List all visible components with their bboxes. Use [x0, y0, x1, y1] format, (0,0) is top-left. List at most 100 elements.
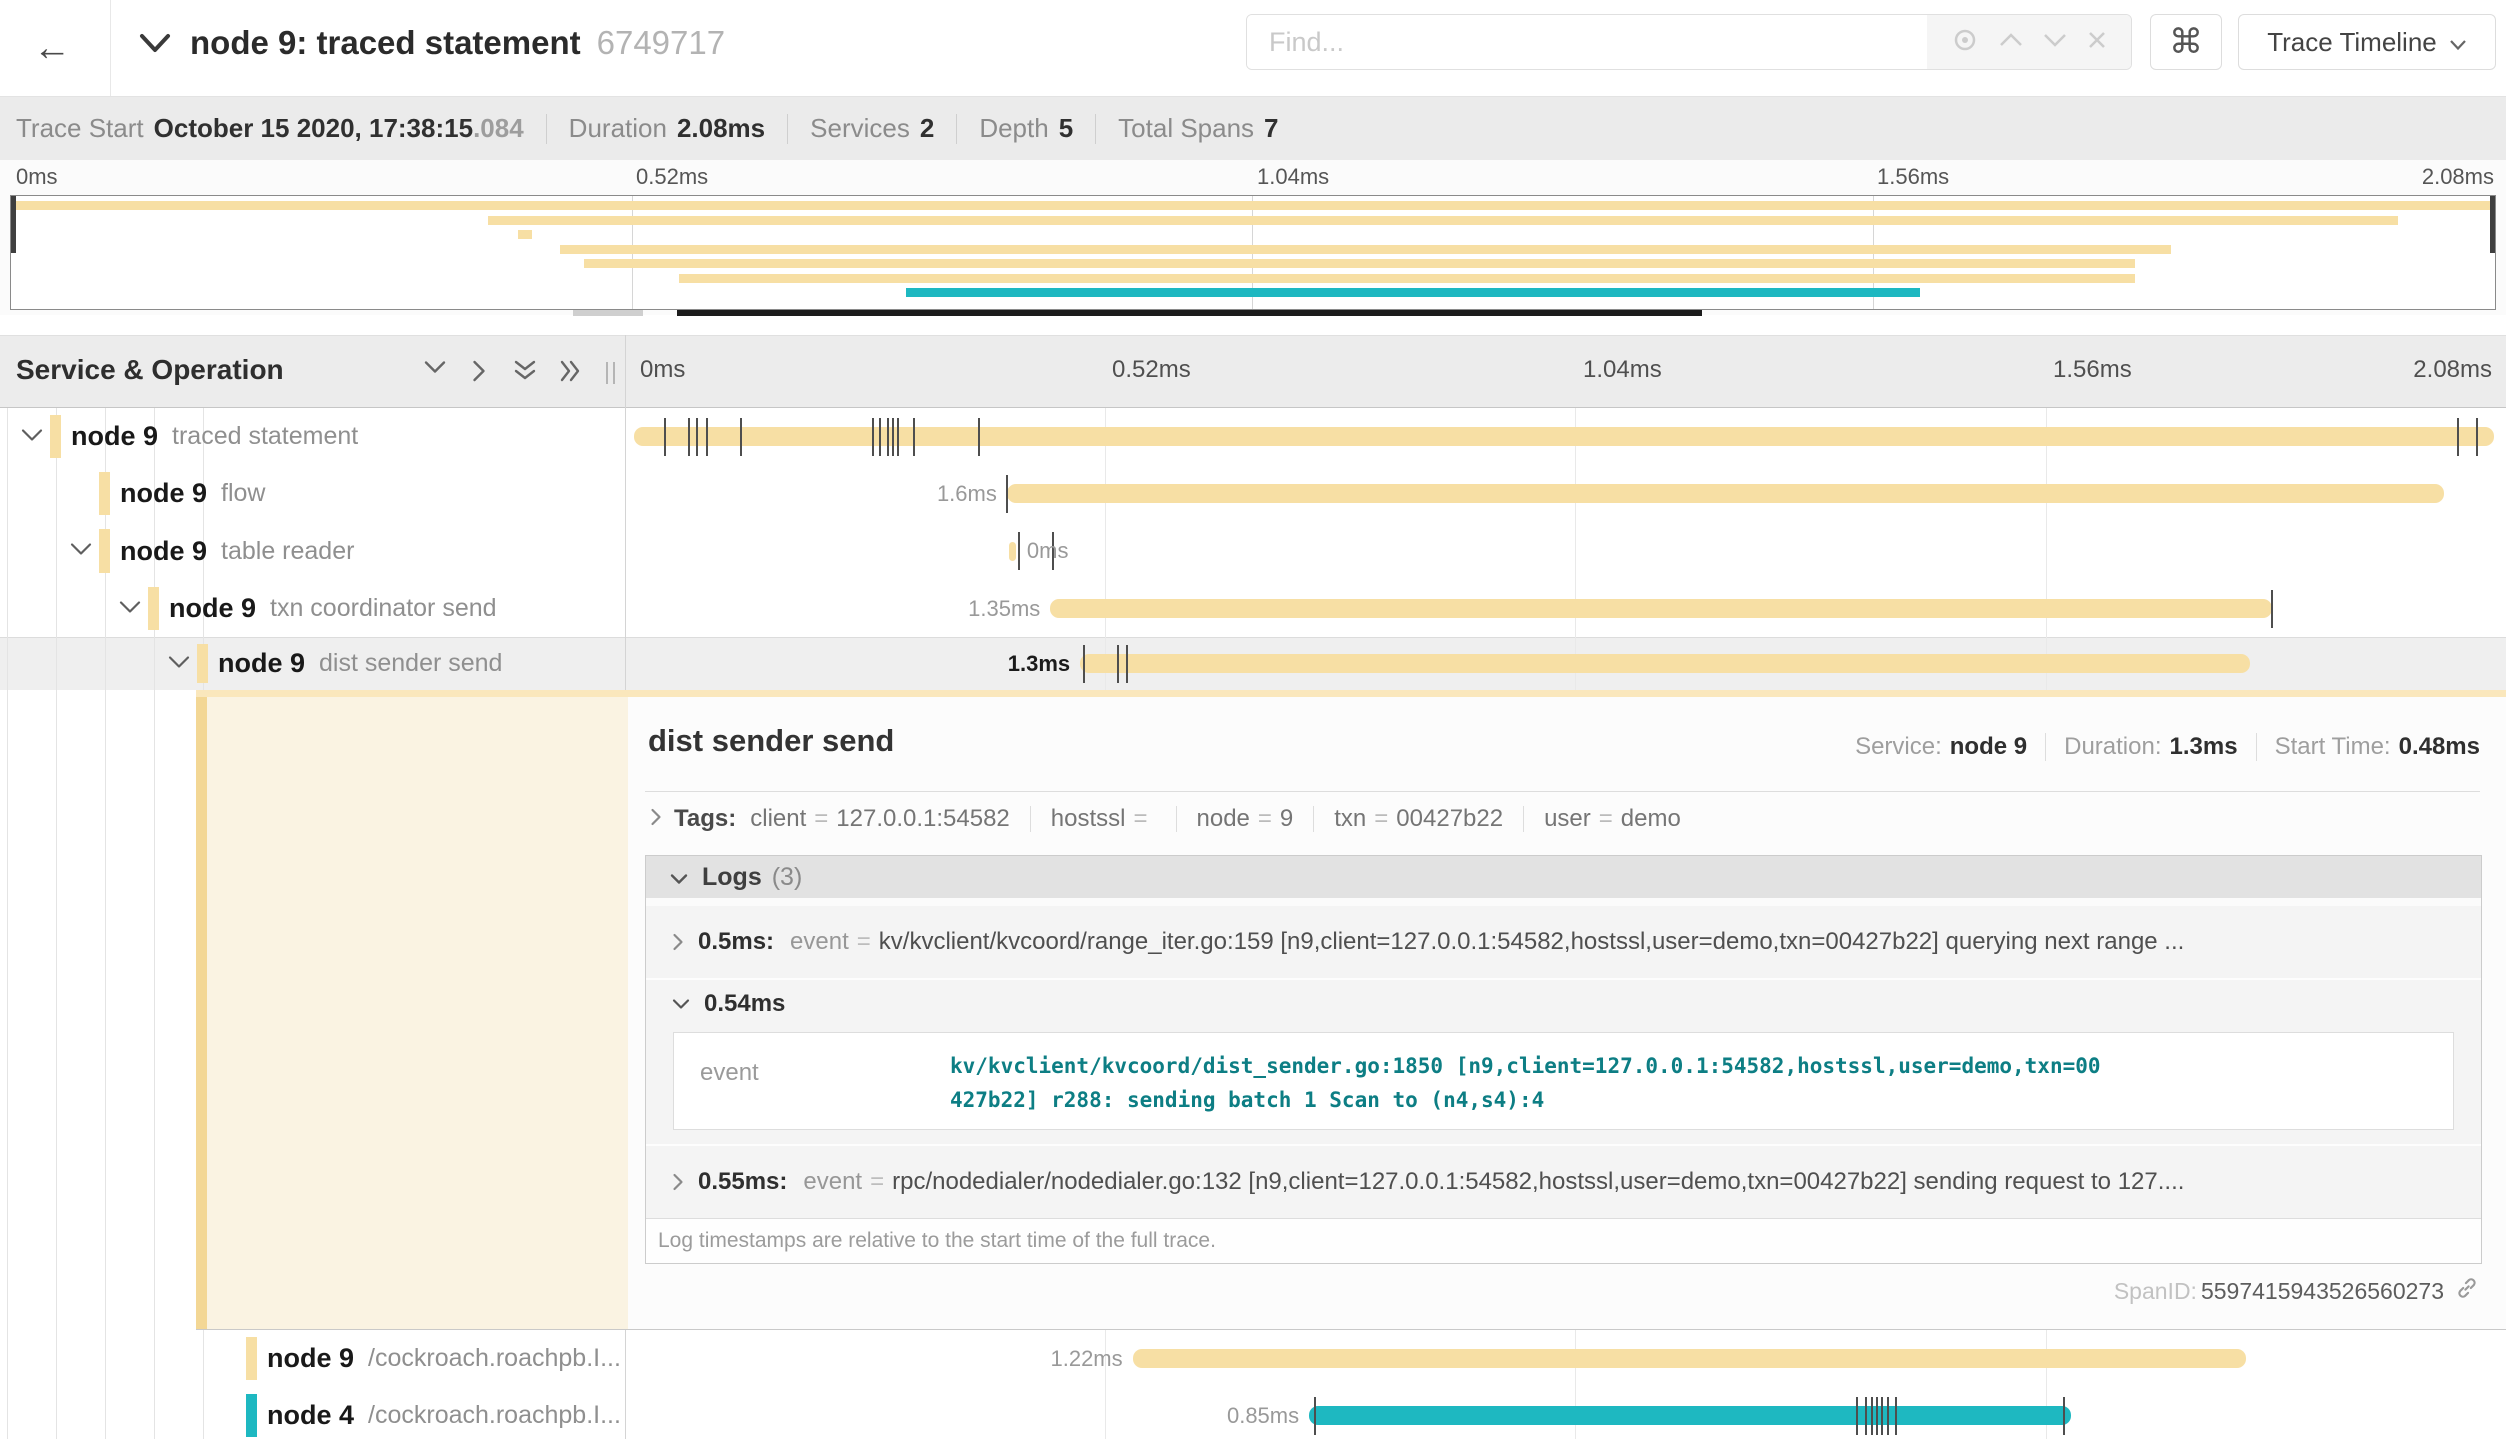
log-marker-tick — [913, 418, 915, 456]
minimap-scrub-handle-left[interactable] — [11, 196, 16, 253]
logs-rows: 0.5ms:event=kv/kvclient/kvcoord/range_it… — [646, 898, 2481, 1218]
span-colorbar — [99, 529, 110, 573]
header-divider — [110, 0, 111, 96]
span-id-label: SpanID: — [2114, 1278, 2197, 1305]
trace-viewer: ← node 9: traced statement 6749717 ⌘ Trac… — [0, 0, 2506, 1439]
tag-equals: = — [1374, 805, 1388, 833]
span-toggle-chevron[interactable] — [119, 600, 141, 619]
locate-icon[interactable] — [1950, 25, 1980, 60]
tag-separator — [1030, 806, 1031, 832]
meta-separator — [2256, 733, 2257, 761]
meta-label: Service: — [1855, 733, 1942, 761]
collapse-title-chevron-icon[interactable] — [138, 32, 172, 59]
span-bar[interactable] — [1050, 599, 2272, 618]
log-marker-tick — [688, 418, 690, 456]
minimap-viewport-scrollbar[interactable] — [677, 310, 1702, 316]
log-marker-tick — [2271, 590, 2273, 628]
column-resize-grip[interactable] — [606, 362, 615, 384]
collapse-one-icon[interactable] — [424, 360, 446, 379]
span-bar[interactable] — [1309, 1406, 2071, 1425]
log-row-expanded-header[interactable]: 0.54ms — [646, 982, 2481, 1026]
close-icon[interactable] — [2086, 29, 2108, 56]
link-icon[interactable] — [2454, 1275, 2480, 1307]
span-name[interactable]: node 9traced statement — [71, 408, 358, 465]
expand-all-icon[interactable] — [560, 360, 581, 387]
expand-one-icon[interactable] — [472, 360, 486, 387]
timeline-column-header: Service & Operation 0ms0.52ms1.04ms1.56m… — [0, 335, 2506, 408]
chevron-down-icon[interactable] — [2042, 32, 2068, 53]
tag-separator — [1176, 806, 1177, 832]
tag-key: hostssl — [1051, 805, 1126, 833]
view-dropdown-button[interactable]: Trace Timeline — [2238, 14, 2496, 70]
minimap-span-bar — [584, 259, 2135, 268]
tag-equals: = — [814, 805, 828, 833]
span-name[interactable]: node 9/cockroach.roachpb.I... — [267, 1330, 621, 1387]
span-service: node 9 — [218, 648, 305, 679]
find-input[interactable] — [1247, 15, 1927, 69]
selected-span-indent-band — [207, 697, 628, 1330]
keyboard-shortcuts-button[interactable]: ⌘ — [2150, 14, 2222, 70]
view-dropdown-label: Trace Timeline — [2267, 27, 2437, 58]
log-marker-tick — [978, 418, 980, 456]
span-operation: /cockroach.roachpb.I... — [368, 1344, 621, 1373]
selected-span-strip — [196, 690, 2506, 697]
span-toggle-chevron[interactable] — [70, 542, 92, 561]
summary-value: 5 — [1059, 113, 1073, 144]
trace-id: 6749717 — [597, 24, 725, 61]
tags-row[interactable]: Tags:client=127.0.0.1:54582hostssl=node=… — [650, 805, 1681, 833]
timeline-tick-label: 1.04ms — [1583, 356, 1662, 384]
span-bar[interactable] — [1133, 1349, 2246, 1368]
span-toggle-chevron[interactable] — [168, 655, 190, 674]
tag-separator — [1523, 806, 1524, 832]
log-row[interactable]: 0.5ms:event=kv/kvclient/kvcoord/range_it… — [646, 906, 2481, 978]
minimap-tick-label: 0ms — [16, 164, 58, 190]
trace-name: node 9: traced statement — [190, 24, 581, 61]
log-row-expanded: 0.54mseventkv/kvclient/kvcoord/dist_send… — [646, 980, 2481, 1130]
summary-separator — [1095, 114, 1096, 144]
span-id-value: 5597415943526560273 — [2201, 1278, 2444, 1305]
minimap-range-segment[interactable] — [573, 310, 643, 316]
summary-value-suffix: .084 — [473, 113, 524, 143]
span-name[interactable]: node 4/cockroach.roachpb.I... — [267, 1387, 621, 1439]
span-detail-title: dist sender send — [648, 723, 894, 759]
span-id-row: SpanID: 5597415943526560273 — [2114, 1275, 2480, 1307]
log-marker-tick — [2063, 1397, 2065, 1435]
log-row-gap — [646, 898, 2481, 906]
log-field-value: kv/kvclient/kvcoord/range_iter.go:159 [n… — [879, 928, 2185, 956]
indent-guide — [56, 408, 57, 1439]
summary-value: 2 — [920, 113, 934, 144]
back-button[interactable]: ← — [20, 18, 84, 78]
log-row[interactable]: 0.55ms:event=rpc/nodedialer/nodedialer.g… — [646, 1146, 2481, 1218]
span-toggle-chevron[interactable] — [21, 428, 43, 447]
tag-equals: = — [1599, 805, 1613, 833]
log-marker-tick — [1126, 645, 1128, 683]
span-name[interactable]: node 9table reader — [120, 522, 354, 580]
log-marker-tick — [664, 418, 666, 456]
log-field-key: event — [803, 1168, 862, 1196]
meta-value: node 9 — [1950, 733, 2027, 761]
logs-header[interactable]: Logs (3) — [646, 856, 2481, 898]
span-service: node 9 — [267, 1343, 354, 1374]
log-marker-tick — [2457, 418, 2459, 456]
tag-key: node — [1197, 805, 1250, 833]
span-duration-label: 1.22ms — [953, 1346, 1123, 1372]
span-duration-label: 0ms — [1027, 538, 1069, 564]
chevron-up-icon[interactable] — [1998, 32, 2024, 53]
span-service: node 9 — [120, 478, 207, 509]
tag-key: client — [750, 805, 806, 833]
span-bar[interactable] — [1007, 484, 2444, 503]
minimap-span-bar — [488, 216, 2397, 225]
span-operation: flow — [221, 479, 265, 508]
summary-label: Depth — [979, 113, 1048, 144]
span-detail-panel: dist sender send Service:node 9Duration:… — [628, 697, 2506, 1330]
collapse-all-icon[interactable] — [514, 360, 536, 386]
span-name[interactable]: node 9dist sender send — [218, 637, 502, 690]
minimap-scrub-handle-right[interactable] — [2490, 196, 2495, 253]
log-marker-tick — [1856, 1397, 1858, 1435]
span-name[interactable]: node 9txn coordinator send — [169, 580, 497, 637]
minimap-canvas[interactable] — [10, 195, 2496, 310]
span-bar[interactable] — [1080, 654, 2250, 673]
selected-span-colorbar — [196, 697, 207, 1330]
span-bar[interactable] — [1009, 542, 1016, 561]
span-name[interactable]: node 9 flow — [120, 465, 265, 522]
